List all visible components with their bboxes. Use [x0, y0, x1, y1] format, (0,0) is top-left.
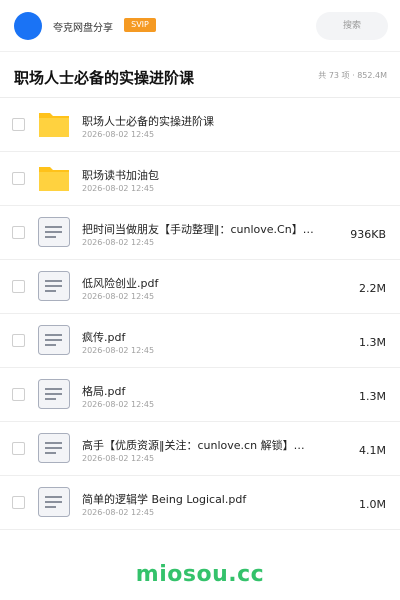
document-icon	[38, 379, 70, 409]
site-brand[interactable]: miosou.cc	[0, 562, 400, 587]
list-item[interactable]: 职场读书加油包 2026-08-02 12:45	[0, 152, 400, 206]
list-item[interactable]: 疯传.pdf 2026-08-02 12:45 1.3M	[0, 314, 400, 368]
item-size: 936KB	[350, 228, 386, 241]
footer: miosou.cc	[0, 552, 400, 600]
item-date: 2026-08-02 12:45	[82, 238, 155, 247]
folder-meta: 共 73 项 · 852.4M	[318, 71, 387, 80]
document-icon	[38, 325, 70, 355]
file-list: 职场人士必备的实操进阶课 2026-08-02 12:45 职场读书加油包 20…	[0, 98, 400, 530]
item-name: 格局.pdf	[82, 385, 126, 398]
document-icon	[38, 487, 70, 517]
list-item[interactable]: 职场人士必备的实操进阶课 2026-08-02 12:45	[0, 98, 400, 152]
item-size: 2.2M	[359, 282, 386, 295]
item-name: 疯传.pdf	[82, 331, 126, 344]
item-name: 低风险创业.pdf	[82, 277, 159, 290]
list-item[interactable]: 格局.pdf 2026-08-02 12:45 1.3M	[0, 368, 400, 422]
item-date: 2026-08-02 12:45	[82, 454, 155, 463]
document-icon	[38, 271, 70, 301]
item-date: 2026-08-02 12:45	[82, 292, 155, 301]
page-title: 职场人士必备的实操进阶课	[14, 69, 195, 87]
item-size: 4.1M	[359, 444, 386, 457]
item-name: 简单的逻辑学 Being Logical.pdf	[82, 493, 247, 506]
top-bar: 夸克网盘分享 SVIP 搜索	[0, 0, 400, 52]
item-date: 2026-08-02 12:45	[82, 184, 155, 193]
item-size: 1.0M	[359, 498, 386, 511]
folder-icon	[39, 113, 69, 137]
folder-header: 职场人士必备的实操进阶课 共 73 项 · 852.4M	[0, 52, 400, 98]
select-checkbox[interactable]	[12, 334, 25, 347]
avatar[interactable]	[14, 12, 42, 40]
item-size: 1.3M	[359, 390, 386, 403]
select-checkbox[interactable]	[12, 226, 25, 239]
list-item[interactable]: 简单的逻辑学 Being Logical.pdf 2026-08-02 12:4…	[0, 476, 400, 530]
select-checkbox[interactable]	[12, 388, 25, 401]
item-name: 高手【优质资源‖关注：cunlove.cn 解锁】…	[82, 439, 305, 452]
item-name: 职场人士必备的实操进阶课	[82, 115, 214, 128]
folder-icon	[39, 167, 69, 191]
select-checkbox[interactable]	[12, 172, 25, 185]
document-icon	[38, 217, 70, 247]
item-date: 2026-08-02 12:45	[82, 346, 155, 355]
item-name: 职场读书加油包	[82, 169, 159, 182]
item-size: 1.3M	[359, 336, 386, 349]
list-item[interactable]: 把时间当做朋友【手动整理‖：cunlove.Cn】… 2026-08-02 12…	[0, 206, 400, 260]
item-date: 2026-08-02 12:45	[82, 130, 155, 139]
item-date: 2026-08-02 12:45	[82, 508, 155, 517]
svip-badge: SVIP	[124, 18, 156, 32]
list-item[interactable]: 低风险创业.pdf 2026-08-02 12:45 2.2M	[0, 260, 400, 314]
select-checkbox[interactable]	[12, 118, 25, 131]
list-item[interactable]: 高手【优质资源‖关注：cunlove.cn 解锁】… 2026-08-02 12…	[0, 422, 400, 476]
item-name: 把时间当做朋友【手动整理‖：cunlove.Cn】…	[82, 223, 314, 236]
select-checkbox[interactable]	[12, 496, 25, 509]
document-icon	[38, 433, 70, 463]
select-checkbox[interactable]	[12, 280, 25, 293]
username: 夸克网盘分享	[53, 23, 113, 34]
item-date: 2026-08-02 12:45	[82, 400, 155, 409]
select-checkbox[interactable]	[12, 442, 25, 455]
search-input[interactable]: 搜索	[316, 12, 388, 40]
